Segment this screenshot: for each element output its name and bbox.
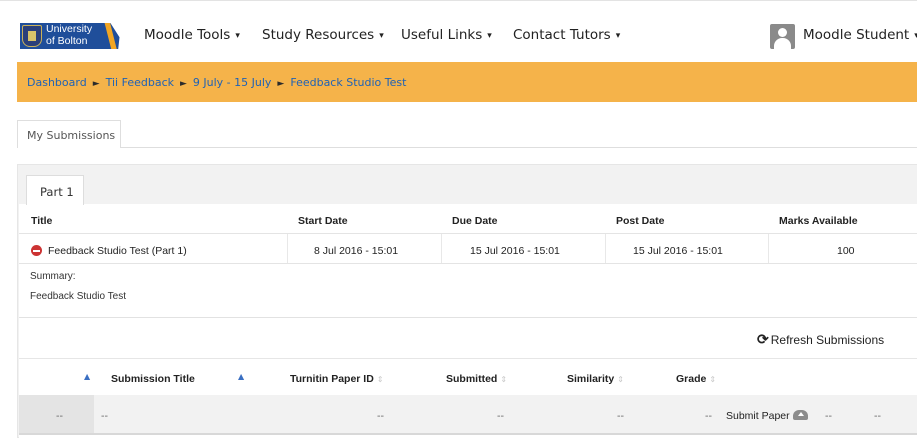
top-navbar: University of Bolton Moodle Tools ▾ Study… <box>0 0 917 56</box>
avatar-body <box>774 38 791 49</box>
column-header-grade[interactable]: Grade ⇕ <box>676 373 716 385</box>
column-header-similarity[interactable]: Similarity ⇕ <box>567 373 624 385</box>
cell-empty: -- <box>874 410 881 422</box>
chevron-down-icon: ▾ <box>235 31 240 41</box>
grade-header-label: Grade <box>676 373 707 385</box>
menu-moodle-tools-label: Moodle Tools <box>144 27 231 43</box>
breadcrumb-separator: ► <box>179 79 187 89</box>
assignment-marks-available: 100 <box>837 245 855 257</box>
column-header-title: Title <box>31 215 53 227</box>
sort-icon: ⇕ <box>709 375 717 384</box>
breadcrumb-separator: ► <box>277 79 285 89</box>
sort-ascending-icon[interactable]: ▲ <box>238 372 244 381</box>
submissions-divider <box>19 358 917 359</box>
column-divider <box>441 234 442 264</box>
assignment-due-date: 15 Jul 2016 - 15:01 <box>470 245 560 257</box>
menu-study-resources-label: Study Resources <box>262 27 375 43</box>
column-header-due-date: Due Date <box>452 215 498 227</box>
column-header-start-date: Start Date <box>298 215 348 227</box>
sort-ascending-icon[interactable]: ▲ <box>84 372 90 381</box>
cell-submission-title: -- <box>101 410 108 422</box>
submit-paper-label: Submit Paper <box>726 410 790 422</box>
refresh-icon: ⟳ <box>757 331 769 347</box>
tab-divider <box>17 147 917 148</box>
sort-icon: ⇕ <box>500 375 508 384</box>
menu-moodle-tools[interactable]: Moodle Tools ▾ <box>144 27 240 43</box>
column-divider <box>605 234 606 264</box>
crest-icon <box>22 25 42 47</box>
assignment-post-date: 15 Jul 2016 - 15:01 <box>633 245 723 257</box>
row-divider <box>19 233 917 234</box>
logo-line-1: University <box>46 23 93 35</box>
breadcrumb-tii-feedback[interactable]: Tii Feedback <box>106 76 174 89</box>
column-header-paper-id[interactable]: Turnitin Paper ID ⇕ <box>290 373 384 385</box>
menu-contact-tutors-label: Contact Tutors <box>513 27 611 43</box>
tab-my-submissions[interactable]: My Submissions <box>17 120 121 148</box>
column-header-post-date: Post Date <box>616 215 665 227</box>
submit-paper-button[interactable]: Submit Paper <box>726 410 808 422</box>
sort-icon: ⇕ <box>617 375 624 384</box>
tab-part-1[interactable]: Part 1 <box>26 175 84 205</box>
submission-title-header-label: Submission Title <box>111 373 195 385</box>
user-menu[interactable]: Moodle Student ▾ <box>803 27 917 43</box>
chevron-down-icon: ▾ <box>615 31 621 41</box>
university-logo[interactable]: University of Bolton <box>20 23 126 49</box>
cell-empty: -- <box>825 410 832 422</box>
summary-text: Feedback Studio Test <box>30 291 126 302</box>
submitted-header-label: Submitted <box>446 373 498 385</box>
similarity-header-label: Similarity <box>567 373 615 385</box>
breadcrumb: Dashboard ► Tii Feedback ► 9 July - 15 July ►… <box>17 62 917 102</box>
sort-icon: ⇕ <box>376 375 384 384</box>
chevron-down-icon: ▾ <box>379 31 384 41</box>
breadcrumb-trail: Dashboard ► Tii Feedback ► 9 July - 15 July ►… <box>27 76 406 89</box>
cell-submitted: -- <box>497 410 504 422</box>
refresh-submissions-label: Refresh Submissions <box>770 333 885 347</box>
assignment-start-date: 8 Jul 2016 - 15:01 <box>314 245 399 257</box>
refresh-submissions-button[interactable]: ⟳ Refresh Submissions <box>757 331 884 348</box>
row-divider <box>19 433 917 435</box>
menu-study-resources[interactable]: Study Resources ▾ <box>262 27 384 43</box>
breadcrumb-dashboard[interactable]: Dashboard <box>27 76 87 89</box>
tab-part-1-label: Part 1 <box>40 185 74 199</box>
paper-id-header-label: Turnitin Paper ID <box>290 373 374 385</box>
breadcrumb-week[interactable]: 9 July - 15 July <box>193 76 272 89</box>
user-avatar-icon[interactable] <box>770 24 795 49</box>
menu-contact-tutors[interactable]: Contact Tutors ▾ <box>513 27 620 43</box>
cell-paper-id: -- <box>377 410 384 422</box>
breadcrumb-feedback-studio-test[interactable]: Feedback Studio Test <box>290 76 406 89</box>
column-divider <box>768 234 769 264</box>
logo-line-2: of Bolton <box>46 34 88 47</box>
cell-similarity: -- <box>617 410 624 422</box>
chevron-down-icon: ▾ <box>487 31 492 41</box>
logo-text: University of Bolton <box>46 23 93 47</box>
menu-useful-links[interactable]: Useful Links ▾ <box>401 27 492 43</box>
tab-my-submissions-label: My Submissions <box>27 129 116 142</box>
assignment-title: Feedback Studio Test (Part 1) <box>48 245 187 257</box>
column-header-marks-available: Marks Available <box>779 215 858 227</box>
column-header-submitted[interactable]: Submitted ⇕ <box>446 373 507 385</box>
cell-empty: -- <box>56 410 63 422</box>
row-divider <box>19 263 917 264</box>
cell-grade: -- <box>705 410 712 422</box>
column-divider <box>287 234 288 264</box>
remove-circle-icon <box>31 245 42 256</box>
breadcrumb-separator: ► <box>92 79 100 89</box>
cloud-upload-icon <box>792 410 808 420</box>
user-name: Moodle Student <box>803 27 910 43</box>
summary-label: Summary: <box>30 271 76 282</box>
avatar-head <box>778 28 787 37</box>
menu-useful-links-label: Useful Links <box>401 27 483 43</box>
column-header-submission-title[interactable]: Submission Title <box>111 373 195 385</box>
